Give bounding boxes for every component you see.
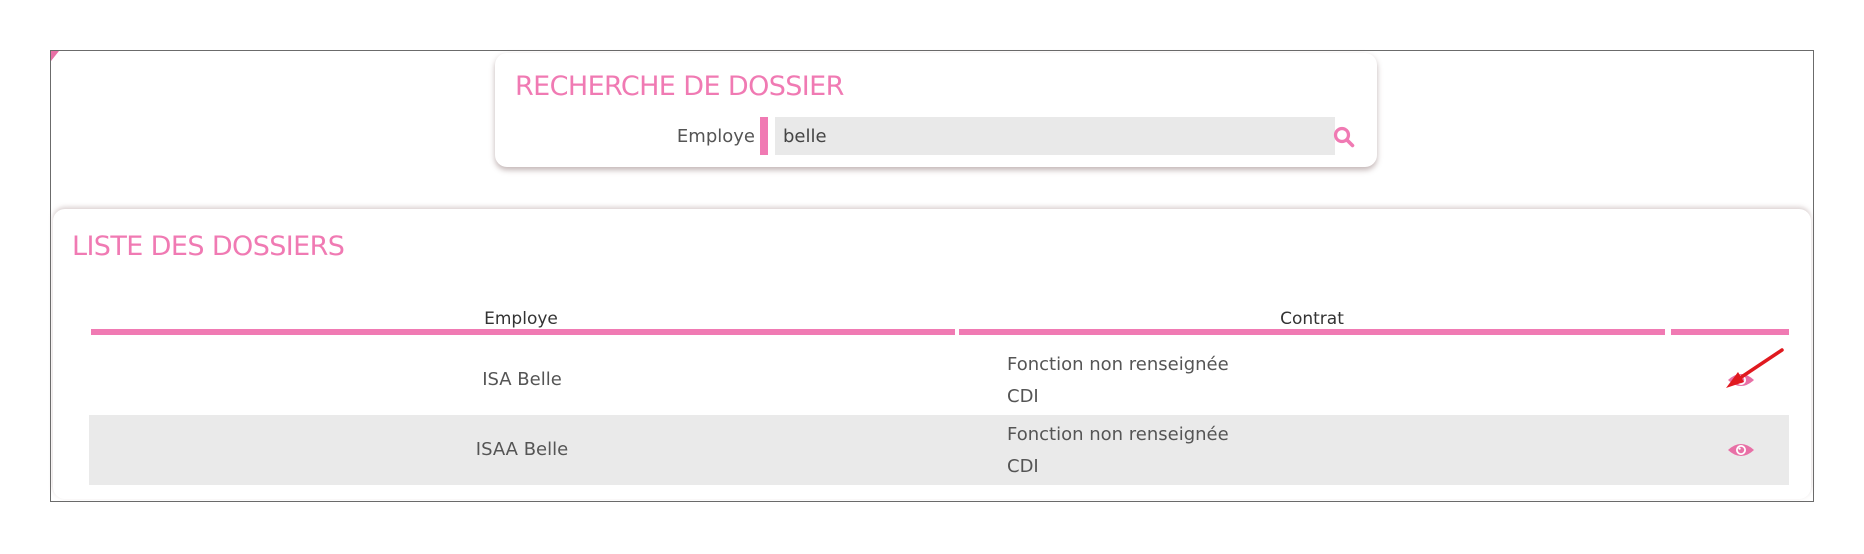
column-underline-contract <box>959 329 1665 335</box>
contract-type: CDI <box>1007 456 1039 477</box>
contract-function: Fonction non renseignée <box>1007 354 1229 375</box>
list-panel-title: LISTE DES DOSSIERS <box>72 231 345 262</box>
search-icon <box>1333 126 1355 148</box>
view-dossier-button[interactable] <box>1726 369 1756 391</box>
eye-icon <box>1728 444 1754 456</box>
search-button[interactable] <box>1330 123 1358 151</box>
column-header-employee: Employe <box>484 309 558 329</box>
column-header-contract: Contrat <box>1280 309 1344 329</box>
employee-search-input[interactable] <box>775 117 1335 155</box>
column-underline-employee <box>91 329 955 335</box>
employee-name: ISAA Belle <box>475 439 569 460</box>
view-dossier-button[interactable] <box>1726 439 1756 461</box>
contract-type: CDI <box>1007 386 1039 407</box>
employee-name: ISA Belle <box>482 369 562 390</box>
dossier-page: RECHERCHE DE DOSSIER Employe LISTE DES D… <box>50 50 1814 502</box>
table-row: ISAA Belle Fonction non renseignée CDI <box>89 415 1789 485</box>
employee-field-marker <box>760 117 768 155</box>
search-panel-title: RECHERCHE DE DOSSIER <box>515 71 844 102</box>
employee-field-label: Employe <box>676 126 755 147</box>
search-panel: RECHERCHE DE DOSSIER Employe <box>495 53 1377 167</box>
table-row: ISA Belle Fonction non renseignée CDI <box>89 345 1789 415</box>
corner-decoration <box>51 51 59 61</box>
dossier-list-panel: LISTE DES DOSSIERS Employe Contrat ISA B… <box>53 209 1811 499</box>
contract-function: Fonction non renseignée <box>1007 424 1229 445</box>
column-underline-actions <box>1671 329 1789 335</box>
eye-icon <box>1728 374 1754 386</box>
